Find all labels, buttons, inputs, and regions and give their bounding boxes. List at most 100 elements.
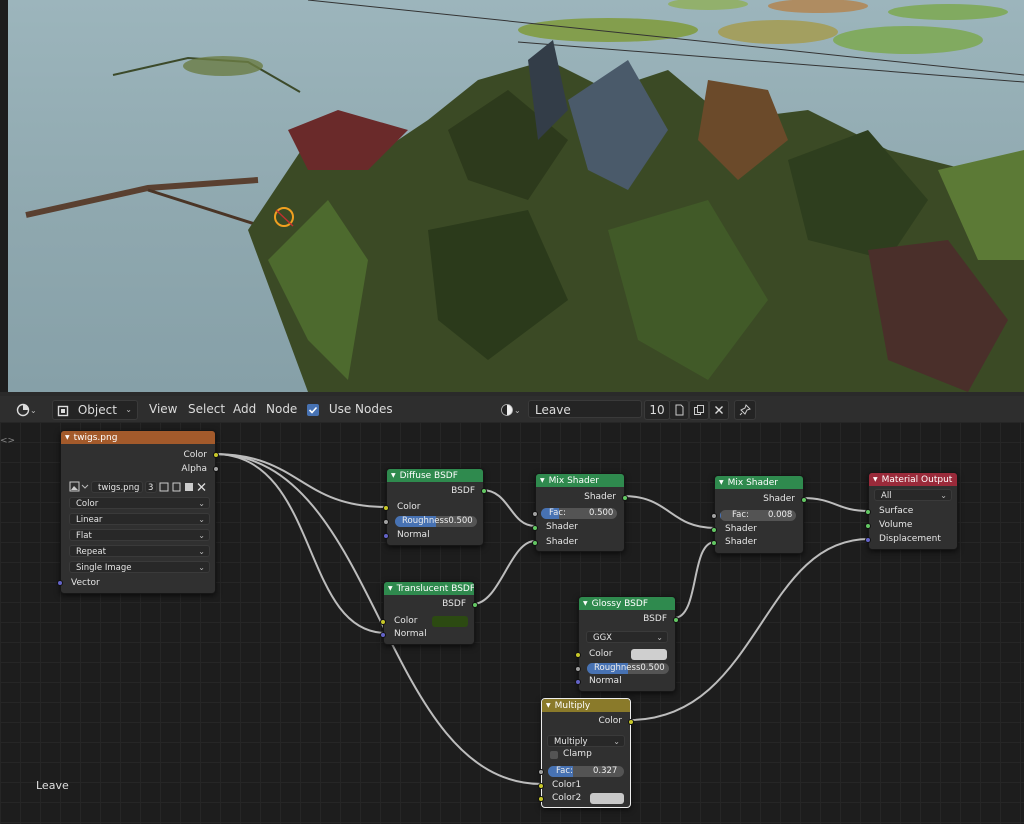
- input-displacement-socket[interactable]: [865, 537, 871, 543]
- mix-shader-node-1[interactable]: ▼Mix Shader Shader Fac: 0.500 Shader Sha…: [535, 473, 625, 552]
- node-header[interactable]: ▼Material Output: [869, 473, 957, 486]
- multiply-node[interactable]: ▼Multiply Color Multiply⌄ Clamp Fac: 0.3…: [541, 698, 631, 808]
- node-header[interactable]: ▼Mix Shader: [715, 476, 803, 489]
- input-shader1-socket[interactable]: [532, 525, 538, 531]
- 3d-viewport[interactable]: [8, 0, 1024, 392]
- input-color-socket[interactable]: [383, 505, 389, 511]
- image-action-icons[interactable]: [159, 482, 207, 492]
- roughness-slider[interactable]: Roughness0.500: [587, 663, 669, 674]
- input-fac-socket[interactable]: [532, 511, 538, 517]
- fac-value: 0.500: [589, 508, 613, 519]
- node-header[interactable]: ▼Mix Shader: [536, 474, 624, 487]
- interpolation-value: Linear: [76, 515, 102, 525]
- output-color-socket[interactable]: [213, 452, 219, 458]
- blend-type-dropdown[interactable]: Multiply⌄: [547, 735, 625, 747]
- image-texture-node[interactable]: ▼twigs.png Color Alpha twigs.png 3 Color…: [60, 430, 216, 594]
- input-vector-socket[interactable]: [57, 580, 63, 586]
- color-swatch[interactable]: [432, 616, 468, 627]
- color-space-dropdown[interactable]: Color⌄: [69, 497, 210, 509]
- input-normal-socket[interactable]: [380, 632, 386, 638]
- input-volume-socket[interactable]: [865, 523, 871, 529]
- input-color1-socket[interactable]: [538, 783, 544, 789]
- node-header[interactable]: ▼Glossy BSDF: [579, 597, 675, 610]
- object-mode-label: Object: [78, 403, 117, 417]
- node-header[interactable]: ▼Translucent BSDF: [384, 582, 474, 595]
- interpolation-dropdown[interactable]: Linear⌄: [69, 513, 210, 525]
- input-surface-socket[interactable]: [865, 509, 871, 515]
- collapse-triangle-icon[interactable]: ▼: [65, 434, 70, 441]
- object-mode-dropdown[interactable]: Object ⌄: [52, 400, 138, 420]
- glossy-bsdf-node[interactable]: ▼Glossy BSDF BSDF GGX⌄ Color Roughness0.…: [578, 596, 676, 692]
- duplicate-material-button[interactable]: [689, 400, 709, 420]
- material-user-count[interactable]: 10: [644, 400, 670, 420]
- input-roughness-socket[interactable]: [383, 519, 389, 525]
- input-shader2-socket[interactable]: [711, 540, 717, 546]
- distribution-value: GGX: [593, 633, 612, 643]
- material-output-node[interactable]: ▼Material Output All⌄ Surface Volume Dis…: [868, 472, 958, 550]
- input-color-label: Color: [397, 501, 421, 514]
- output-shader-socket[interactable]: [622, 495, 628, 501]
- extension-dropdown[interactable]: Repeat⌄: [69, 545, 210, 557]
- mix-shader-node-2[interactable]: ▼Mix Shader Shader Fac: 0.008 Shader Sha…: [714, 475, 804, 554]
- output-shader-label: Shader: [763, 493, 795, 506]
- image-name-field[interactable]: twigs.png: [91, 481, 143, 493]
- collapse-triangle-icon[interactable]: ▼: [546, 702, 551, 709]
- input-normal-socket[interactable]: [383, 533, 389, 539]
- output-alpha-socket[interactable]: [213, 466, 219, 472]
- menu-add[interactable]: Add: [233, 400, 256, 418]
- node-header[interactable]: ▼twigs.png: [61, 431, 215, 444]
- collapse-triangle-icon[interactable]: ▼: [388, 585, 393, 592]
- input-color2-socket[interactable]: [538, 796, 544, 802]
- node-header[interactable]: ▼Diffuse BSDF: [387, 469, 483, 482]
- close-icon: [714, 405, 724, 415]
- input-color-socket[interactable]: [575, 652, 581, 658]
- source-dropdown[interactable]: Single Image⌄: [69, 561, 210, 573]
- fac-slider[interactable]: Fac: 0.008: [720, 510, 796, 521]
- collapse-triangle-icon[interactable]: ▼: [391, 472, 396, 479]
- input-fac-socket[interactable]: [538, 769, 544, 775]
- collapse-triangle-icon[interactable]: ▼: [719, 479, 724, 486]
- unlink-material-button[interactable]: [709, 400, 729, 420]
- fake-user-button[interactable]: [669, 400, 689, 420]
- projection-dropdown[interactable]: Flat⌄: [69, 529, 210, 541]
- fac-slider[interactable]: Fac: 0.500: [541, 508, 617, 519]
- pin-button[interactable]: [734, 400, 756, 420]
- material-browse-button[interactable]: ⌄: [500, 400, 521, 418]
- clamp-checkbox[interactable]: [550, 751, 558, 759]
- roughness-slider[interactable]: Roughness0.500: [395, 516, 477, 527]
- output-bsdf-socket[interactable]: [472, 602, 478, 608]
- output-shader-socket[interactable]: [801, 497, 807, 503]
- image-user-count[interactable]: 3: [145, 481, 157, 493]
- editor-type-button[interactable]: ⌄: [16, 400, 37, 418]
- fac-slider[interactable]: Fac: 0.327: [548, 766, 624, 777]
- output-bsdf-socket[interactable]: [673, 617, 679, 623]
- collapse-triangle-icon[interactable]: ▼: [540, 477, 545, 484]
- collapse-triangle-icon[interactable]: ▼: [873, 476, 878, 483]
- use-nodes-toggle[interactable]: Use Nodes: [307, 400, 393, 418]
- input-color-socket[interactable]: [380, 619, 386, 625]
- input-fac-socket[interactable]: [711, 513, 717, 519]
- node-header[interactable]: ▼Multiply: [542, 699, 630, 712]
- translucent-bsdf-node[interactable]: ▼Translucent BSDF BSDF Color Normal: [383, 581, 475, 645]
- input-normal-socket[interactable]: [575, 679, 581, 685]
- collapse-triangle-icon[interactable]: ▼: [583, 600, 588, 607]
- sidebar-toggle-icon[interactable]: <>: [0, 436, 15, 446]
- distribution-dropdown[interactable]: GGX⌄: [586, 631, 668, 643]
- input-shader2-socket[interactable]: [532, 540, 538, 546]
- image-browse-button[interactable]: [69, 481, 91, 493]
- source-value: Single Image: [76, 563, 131, 573]
- input-roughness-socket[interactable]: [575, 666, 581, 672]
- material-name-field[interactable]: Leave: [528, 400, 642, 418]
- menu-node[interactable]: Node: [266, 400, 297, 418]
- fac-label: Fac:: [549, 508, 566, 518]
- target-dropdown[interactable]: All⌄: [874, 489, 952, 501]
- input-shader1-socket[interactable]: [711, 527, 717, 533]
- menu-select[interactable]: Select: [188, 400, 225, 418]
- color2-swatch[interactable]: [590, 793, 624, 804]
- menu-view[interactable]: View: [149, 400, 177, 418]
- output-color-socket[interactable]: [628, 719, 634, 725]
- diffuse-bsdf-node[interactable]: ▼Diffuse BSDF BSDF Color Roughness0.500 …: [386, 468, 484, 546]
- color-swatch[interactable]: [631, 649, 667, 660]
- use-nodes-checkbox[interactable]: [307, 404, 319, 416]
- output-bsdf-socket[interactable]: [481, 488, 487, 494]
